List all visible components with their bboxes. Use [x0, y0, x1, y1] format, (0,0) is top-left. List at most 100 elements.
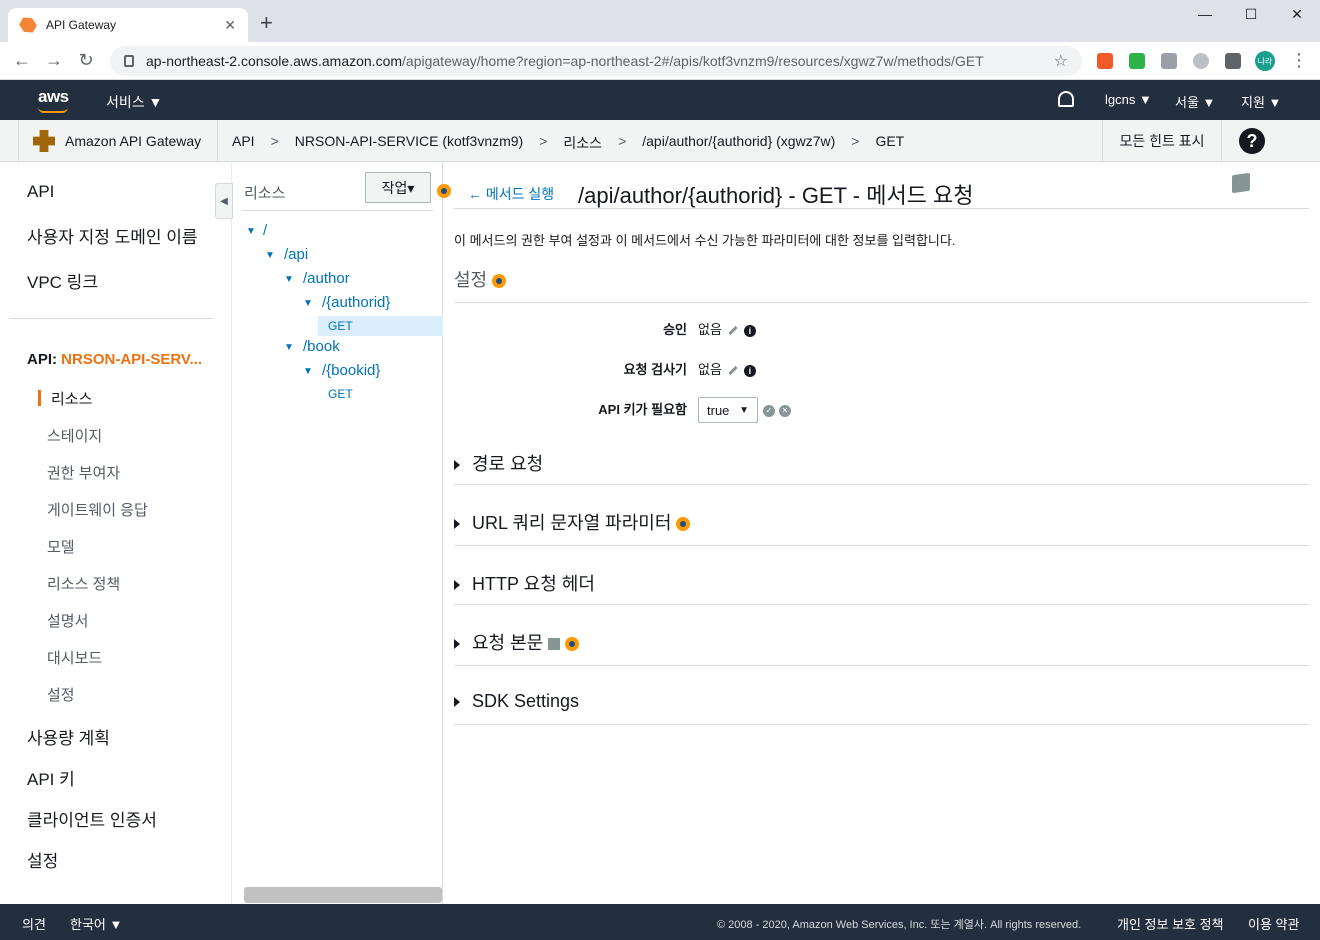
sidebar-item-api-settings[interactable]: 설정	[47, 684, 75, 705]
service-home-link[interactable]: Amazon API Gateway	[18, 120, 218, 162]
terms-of-use-link[interactable]: 이용 약관	[1248, 914, 1299, 933]
expand-caret-icon[interactable]: ▼	[246, 226, 256, 237]
breadcrumb-api-name[interactable]: NRSON-API-SERVICE (kotf3vnzm9)	[295, 133, 523, 153]
expand-caret-icon[interactable]: ▼	[284, 274, 294, 285]
info-icon[interactable]: i	[743, 364, 756, 377]
chevron-down-icon: ▼	[739, 404, 749, 416]
method-execution-back-link[interactable]: ← 메서드 실행	[468, 184, 554, 204]
breadcrumb-resources[interactable]: 리소스	[563, 133, 602, 153]
tree-node-book[interactable]: /book	[303, 338, 340, 355]
sidebar-item-stages[interactable]: 스테이지	[47, 425, 102, 446]
window-close-icon[interactable]: ✕	[1274, 6, 1320, 23]
hint-icon[interactable]	[492, 274, 507, 289]
sidebar-item-authorizers[interactable]: 권한 부여자	[47, 462, 120, 483]
sidebar-item-custom-domains[interactable]: 사용자 지정 도메인 이름	[27, 223, 198, 248]
region-menu[interactable]: 서울 ▼	[1175, 92, 1215, 111]
minimize-icon[interactable]: —	[1182, 6, 1228, 22]
sidebar-item-vpc-links[interactable]: VPC 링크	[27, 268, 98, 293]
maximize-icon[interactable]: ☐	[1228, 6, 1274, 23]
support-menu[interactable]: 지원 ▼	[1241, 92, 1281, 111]
section-http-request-headers[interactable]: HTTP 요청 헤더	[454, 570, 595, 596]
breadcrumb-resource-path[interactable]: /api/author/{authorid} (xgwz7w)	[642, 133, 835, 153]
section-path-request[interactable]: 경로 요청	[454, 450, 543, 476]
tab-close-icon[interactable]: ✕	[224, 17, 236, 34]
actions-dropdown-button[interactable]: 작업▾	[365, 172, 431, 203]
hint-icon[interactable]	[565, 637, 580, 652]
section-url-query-params[interactable]: URL 쿼리 문자열 파라미터	[454, 509, 691, 535]
tree-title: 리소스	[244, 185, 286, 202]
extension-icon[interactable]	[1193, 53, 1209, 69]
url-field[interactable]: ap-northeast-2.console.aws.amazon.com/ap…	[110, 46, 1082, 76]
breadcrumb-separator: >	[851, 133, 860, 149]
sidebar-item-usage-plans[interactable]: 사용량 계획	[27, 724, 110, 749]
section-request-body[interactable]: 요청 본문	[454, 629, 580, 655]
hint-icon[interactable]	[676, 517, 691, 532]
tree-node-api[interactable]: /api	[284, 246, 308, 263]
bookmark-star-icon[interactable]: ☆	[1054, 51, 1068, 71]
back-arrow-icon: ←	[468, 186, 486, 202]
sidebar-item-gateway-responses[interactable]: 게이트웨이 응답	[47, 499, 148, 520]
user-menu[interactable]: lgcns ▼	[1105, 92, 1152, 107]
section-divider	[454, 604, 1309, 605]
cancel-x-icon[interactable]: ✕	[779, 405, 791, 417]
expand-caret-icon[interactable]: ▼	[303, 298, 313, 309]
edit-pencil-icon[interactable]	[728, 365, 738, 376]
expand-triangle-icon	[454, 580, 460, 591]
extension-icon[interactable]	[1129, 53, 1145, 69]
help-icon[interactable]: ?	[1239, 128, 1265, 154]
tree-node-root[interactable]: /	[263, 222, 267, 239]
sidebar-api-label[interactable]: API: NRSON-API-SERV...	[27, 351, 202, 368]
horizontal-scrollbar[interactable]	[244, 887, 442, 903]
browser-menu-icon[interactable]: ⋮	[1290, 50, 1308, 71]
sidebar-item-models[interactable]: 모델	[47, 536, 75, 557]
info-icon[interactable]: i	[743, 324, 756, 337]
section-sdk-settings[interactable]: SDK Settings	[454, 691, 579, 712]
sidebar-collapse-handle[interactable]: ◀	[215, 183, 233, 219]
reload-icon[interactable]: ↻	[74, 50, 98, 71]
sidebar-item-settings[interactable]: 설정	[27, 847, 58, 872]
services-menu[interactable]: 서비스 ▼	[106, 92, 162, 112]
confirm-check-icon[interactable]: ✓	[763, 405, 775, 417]
section-label: 경로 요청	[472, 454, 544, 474]
extension-icon[interactable]	[1097, 53, 1113, 69]
tree-node-bookid[interactable]: /{bookid}	[322, 362, 380, 379]
sidebar-item-dashboard[interactable]: 대시보드	[47, 647, 102, 668]
notification-bell-icon[interactable]	[1058, 91, 1074, 107]
back-arrow-icon[interactable]: ←	[10, 50, 34, 71]
new-tab-icon[interactable]: +	[260, 12, 273, 34]
tree-node-author[interactable]: /author	[303, 270, 350, 287]
tree-node-authorid[interactable]: /{authorid}	[322, 294, 390, 311]
sidebar-item-api-keys[interactable]: API 키	[27, 765, 75, 790]
tree-method-get-selected[interactable]: GET	[328, 319, 353, 333]
browser-tab[interactable]: API Gateway ✕	[8, 8, 248, 42]
sidebar-item-resource-policy[interactable]: 리소스 정책	[47, 573, 120, 594]
sidebar-item-client-certificates[interactable]: 클라이언트 인증서	[27, 806, 157, 831]
tree-method-get[interactable]: GET	[328, 387, 353, 401]
back-link-label: 메서드 실행	[485, 186, 555, 202]
forward-arrow-icon[interactable]: →	[42, 50, 66, 71]
sidebar-item-api[interactable]: API	[27, 182, 54, 202]
aws-logo[interactable]: aws	[38, 87, 69, 107]
sidebar-item-resources[interactable]: 리소스	[51, 388, 92, 409]
section-label: HTTP 요청 헤더	[472, 574, 595, 594]
puzzle-extensions-icon[interactable]	[1225, 53, 1241, 69]
edit-pencil-icon[interactable]	[728, 325, 738, 336]
api-prefix: API:	[27, 351, 62, 368]
settings-label: 설정	[454, 270, 488, 290]
privacy-policy-link[interactable]: 개인 정보 보호 정책	[1117, 914, 1224, 933]
expand-caret-icon[interactable]: ▼	[284, 342, 294, 353]
extension-icon[interactable]	[1161, 53, 1177, 69]
show-all-hints-button[interactable]: 모든 힌트 표시	[1102, 120, 1222, 162]
expand-caret-icon[interactable]: ▼	[303, 366, 313, 377]
breadcrumb-api[interactable]: API	[232, 133, 255, 153]
expand-triangle-icon	[454, 697, 460, 708]
authorization-label: 승인	[663, 322, 687, 337]
profile-avatar[interactable]: 나라	[1255, 51, 1275, 71]
api-key-required-select[interactable]: true ▼	[698, 397, 758, 423]
documentation-book-icon[interactable]	[1232, 172, 1250, 194]
feedback-link[interactable]: 의견	[22, 914, 46, 933]
sidebar-item-documentation[interactable]: 설명서	[47, 610, 88, 631]
expand-caret-icon[interactable]: ▼	[265, 250, 275, 261]
language-selector[interactable]: 한국어 ▼	[70, 914, 122, 933]
documentation-book-icon[interactable]	[548, 638, 561, 651]
